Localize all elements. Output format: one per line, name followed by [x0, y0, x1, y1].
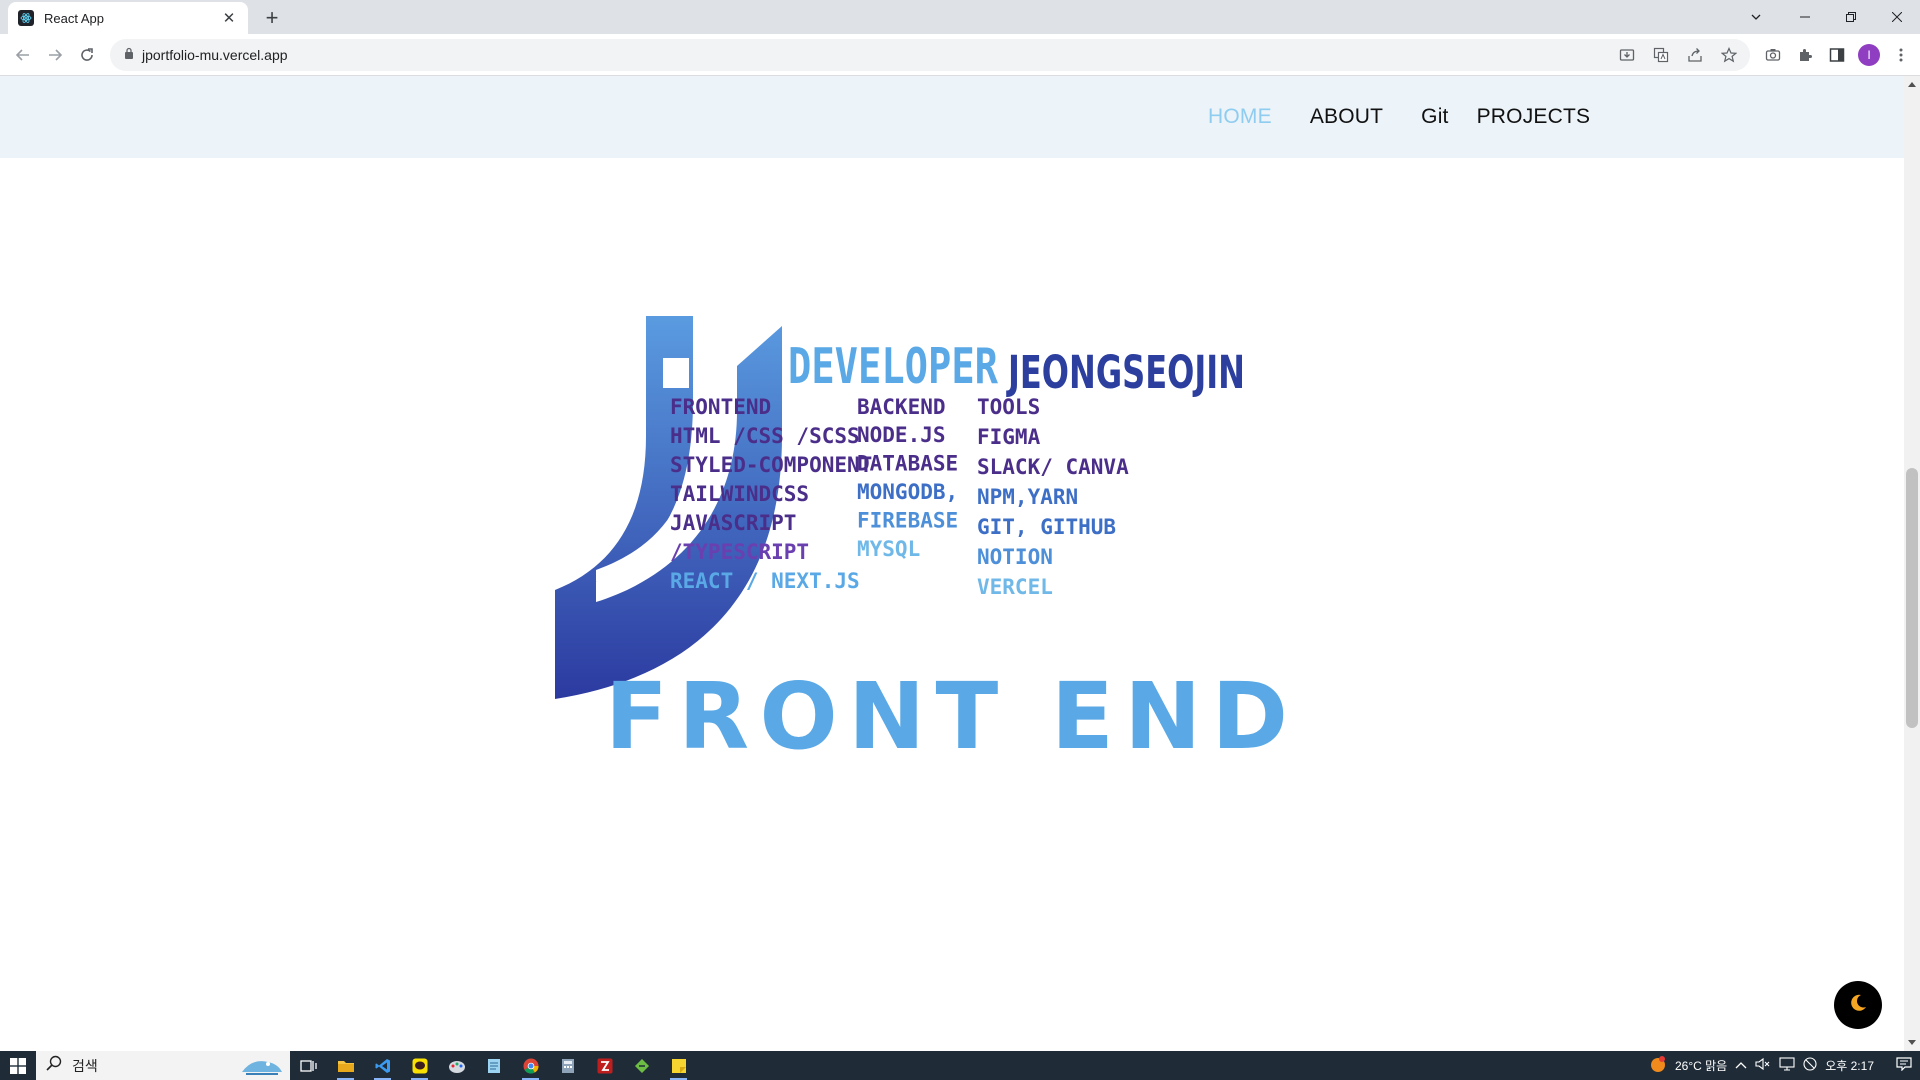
weather-text[interactable]: 26°C 맑음 [1675, 1057, 1727, 1074]
chrome-icon[interactable] [512, 1051, 549, 1080]
share-icon[interactable] [1684, 44, 1706, 66]
tech-stack-item: MYSQL [857, 537, 920, 561]
notepad-icon[interactable] [475, 1051, 512, 1080]
search-icon [46, 1055, 62, 1076]
browser-toolbar: jportfolio-mu.vercel.app I [0, 34, 1920, 76]
react-favicon-icon [18, 10, 34, 26]
search-placeholder: 검색 [72, 1057, 98, 1074]
site-header: HOME ABOUT Git PROJECTS [0, 76, 1904, 158]
tech-stack-lists: FRONTEND BACKEND TOOLS HTML /CSS /SCSS ST… [670, 395, 1129, 599]
tech-stack-item: NPM,YARN [977, 485, 1078, 509]
main-nav: HOME ABOUT Git PROJECTS [1208, 76, 1590, 158]
kebab-menu-icon[interactable] [1890, 44, 1912, 66]
close-window-icon[interactable] [1874, 0, 1920, 34]
tech-stack-item: GIT, GITHUB [977, 515, 1116, 539]
tech-stack-item: HTML /CSS /SCSS [670, 424, 860, 448]
frontend-heading: FRONTEND [670, 395, 771, 419]
page-scrollbar[interactable] [1904, 76, 1920, 1051]
minimize-icon[interactable] [1782, 0, 1828, 34]
bookmark-star-icon[interactable] [1718, 44, 1740, 66]
tech-stack-item: MONGODB, [857, 480, 958, 504]
tech-stack-item: SLACK/ CANVA [977, 455, 1129, 479]
dark-mode-toggle-button[interactable] [1834, 981, 1882, 1029]
tech-stack-item: TAILWINDCSS [670, 482, 809, 506]
nav-projects-link[interactable]: PROJECTS [1477, 105, 1591, 129]
side-panel-icon[interactable] [1826, 44, 1848, 66]
git-tool-icon[interactable] [623, 1051, 660, 1080]
volume-muted-icon[interactable] [1755, 1057, 1771, 1074]
tools-heading: TOOLS [977, 395, 1040, 419]
name-word: JEONGSEOJIN [1006, 346, 1245, 399]
lock-icon[interactable] [124, 46, 134, 64]
kakaotalk-icon[interactable] [401, 1051, 438, 1080]
translate-icon[interactable] [1650, 44, 1672, 66]
address-bar[interactable]: jportfolio-mu.vercel.app [110, 39, 1750, 71]
page-viewport: HOME ABOUT Git PROJECTS DEVELOPER JEONGS… [0, 76, 1904, 1051]
tech-stack-item: NOTION [977, 545, 1053, 569]
filezilla-icon[interactable] [586, 1051, 623, 1080]
scroll-down-arrow-icon[interactable] [1904, 1035, 1920, 1051]
network-icon[interactable] [1779, 1057, 1795, 1074]
moon-icon [1848, 993, 1868, 1018]
backend-heading: BACKEND [857, 395, 946, 419]
notification-off-icon[interactable] [1803, 1057, 1817, 1074]
task-view-icon[interactable] [290, 1051, 327, 1080]
install-app-icon[interactable] [1616, 44, 1638, 66]
url-text[interactable]: jportfolio-mu.vercel.app [142, 47, 288, 63]
file-explorer-icon[interactable] [327, 1051, 364, 1080]
front-end-tagline: FRONT END [605, 663, 1300, 761]
tech-stack-item: DATABASE [857, 452, 958, 476]
tech-stack-item: JAVASCRIPT [670, 511, 796, 535]
tab-search-chevron-icon[interactable] [1730, 0, 1782, 34]
camera-icon[interactable] [1762, 44, 1784, 66]
sticky-notes-icon[interactable] [660, 1051, 697, 1080]
tab-title: React App [44, 10, 104, 26]
nav-git-link[interactable]: Git [1421, 105, 1448, 129]
profile-avatar[interactable]: I [1858, 44, 1880, 66]
clock-text[interactable]: 오후 2:17 [1825, 1057, 1874, 1074]
tech-stack-item: FIGMA [977, 425, 1041, 449]
tech-stack-item: STYLED-COMPONENT [670, 453, 872, 477]
restore-icon[interactable] [1828, 0, 1874, 34]
forward-arrow-icon[interactable] [40, 40, 70, 70]
nav-about-link[interactable]: ABOUT [1310, 105, 1383, 129]
nav-home-link[interactable]: HOME [1208, 105, 1272, 129]
action-center-icon[interactable] [1896, 1057, 1912, 1074]
window-controls [1730, 0, 1920, 34]
tab-react-app[interactable]: React App ✕ [8, 2, 248, 34]
windows-start-icon[interactable] [0, 1051, 36, 1080]
taskbar-search-box[interactable]: 검색 [36, 1051, 290, 1080]
tech-stack-item: VERCEL [977, 575, 1053, 599]
tech-stack-item: FIREBASE [857, 509, 958, 533]
back-arrow-icon[interactable] [8, 40, 38, 70]
tech-stack-item: REACT / NEXT.JS [670, 569, 860, 593]
hero-banner: DEVELOPER JEONGSEOJIN FRONTEND BACKEND T… [555, 316, 1355, 770]
paint-app-icon[interactable] [438, 1051, 475, 1080]
search-highlight-illustration-icon [238, 1054, 284, 1080]
scroll-up-arrow-icon[interactable] [1904, 76, 1920, 92]
system-tray: 26°C 맑음 오후 2:17 [1649, 1051, 1920, 1080]
omnibox-actions [1616, 39, 1740, 71]
scrollbar-thumb[interactable] [1906, 468, 1918, 728]
tech-stack-item: NODE.JS [857, 423, 946, 447]
calculator-icon[interactable] [549, 1051, 586, 1080]
weather-sun-icon[interactable] [1649, 1055, 1667, 1076]
vscode-icon[interactable] [364, 1051, 401, 1080]
tech-stack-item: /TYPESCRIPT [670, 540, 809, 564]
tray-chevron-up-icon[interactable] [1735, 1059, 1747, 1073]
tab-strip: React App ✕ + [0, 0, 1920, 34]
reload-icon[interactable] [72, 40, 102, 70]
developer-word: DEVELOPER [788, 338, 998, 395]
tab-close-icon[interactable]: ✕ [220, 9, 238, 27]
developer-logo-graphic: DEVELOPER JEONGSEOJIN FRONTEND BACKEND T… [555, 316, 1300, 770]
new-tab-button[interactable]: + [258, 4, 286, 32]
windows-taskbar: 검색 26°C 맑음 오후 2:17 [0, 1051, 1920, 1080]
extensions-puzzle-icon[interactable] [1794, 44, 1816, 66]
toolbar-right: I [1762, 40, 1912, 70]
